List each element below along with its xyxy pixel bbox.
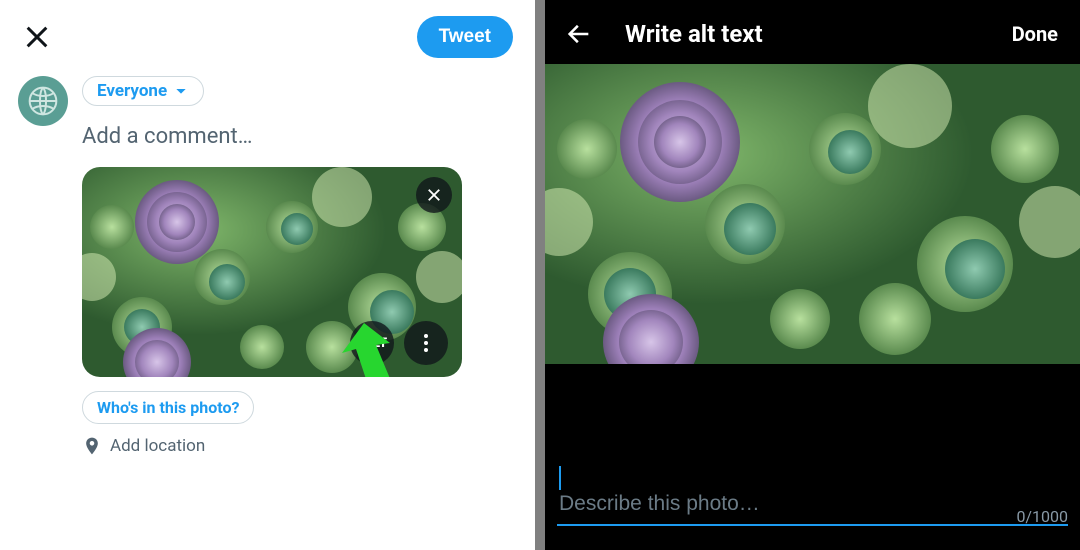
add-alt-text-button[interactable]: +ALT: [350, 321, 394, 365]
compose-header: Tweet: [0, 0, 535, 68]
close-icon: [425, 186, 443, 204]
arrow-left-icon: [565, 20, 593, 48]
chevron-down-icon: [173, 83, 189, 99]
compose-tweet-pane: Tweet Everyone Add a comment…: [0, 0, 535, 550]
attached-media: +ALT: [82, 167, 462, 377]
text-cursor: [559, 466, 561, 490]
add-location-button[interactable]: Add location: [82, 436, 517, 460]
media-more-button[interactable]: [404, 321, 448, 365]
more-icon: [424, 334, 428, 352]
alt-text-input[interactable]: [557, 486, 1068, 526]
alt-editor-media-preview: [545, 64, 1080, 364]
alt-text-input-area: 0/1000: [545, 486, 1080, 526]
alt-label: +ALT: [357, 336, 388, 351]
location-pin-icon: [82, 436, 102, 456]
close-icon[interactable]: [22, 22, 52, 52]
add-location-label: Add location: [110, 436, 205, 456]
audience-label: Everyone: [97, 81, 167, 101]
tweet-button[interactable]: Tweet: [417, 16, 513, 58]
back-button[interactable]: [563, 18, 595, 50]
audience-selector[interactable]: Everyone: [82, 76, 204, 106]
remove-media-button[interactable]: [416, 177, 452, 213]
character-counter: 0/1000: [1016, 507, 1068, 526]
pane-divider: [535, 0, 545, 550]
done-button[interactable]: Done: [1012, 22, 1058, 46]
alt-editor-header: Write alt text Done: [545, 0, 1080, 64]
alt-text-editor-pane: Write alt text Done: [545, 0, 1080, 550]
tweet-text-input[interactable]: Add a comment…: [82, 124, 517, 149]
compose-body: Everyone Add a comment…: [0, 68, 535, 460]
avatar[interactable]: [18, 76, 68, 126]
alt-editor-title: Write alt text: [595, 20, 1012, 48]
media-action-row: +ALT: [350, 321, 448, 365]
compose-column: Everyone Add a comment…: [82, 76, 517, 460]
tag-people-button[interactable]: Who's in this photo?: [82, 391, 254, 424]
